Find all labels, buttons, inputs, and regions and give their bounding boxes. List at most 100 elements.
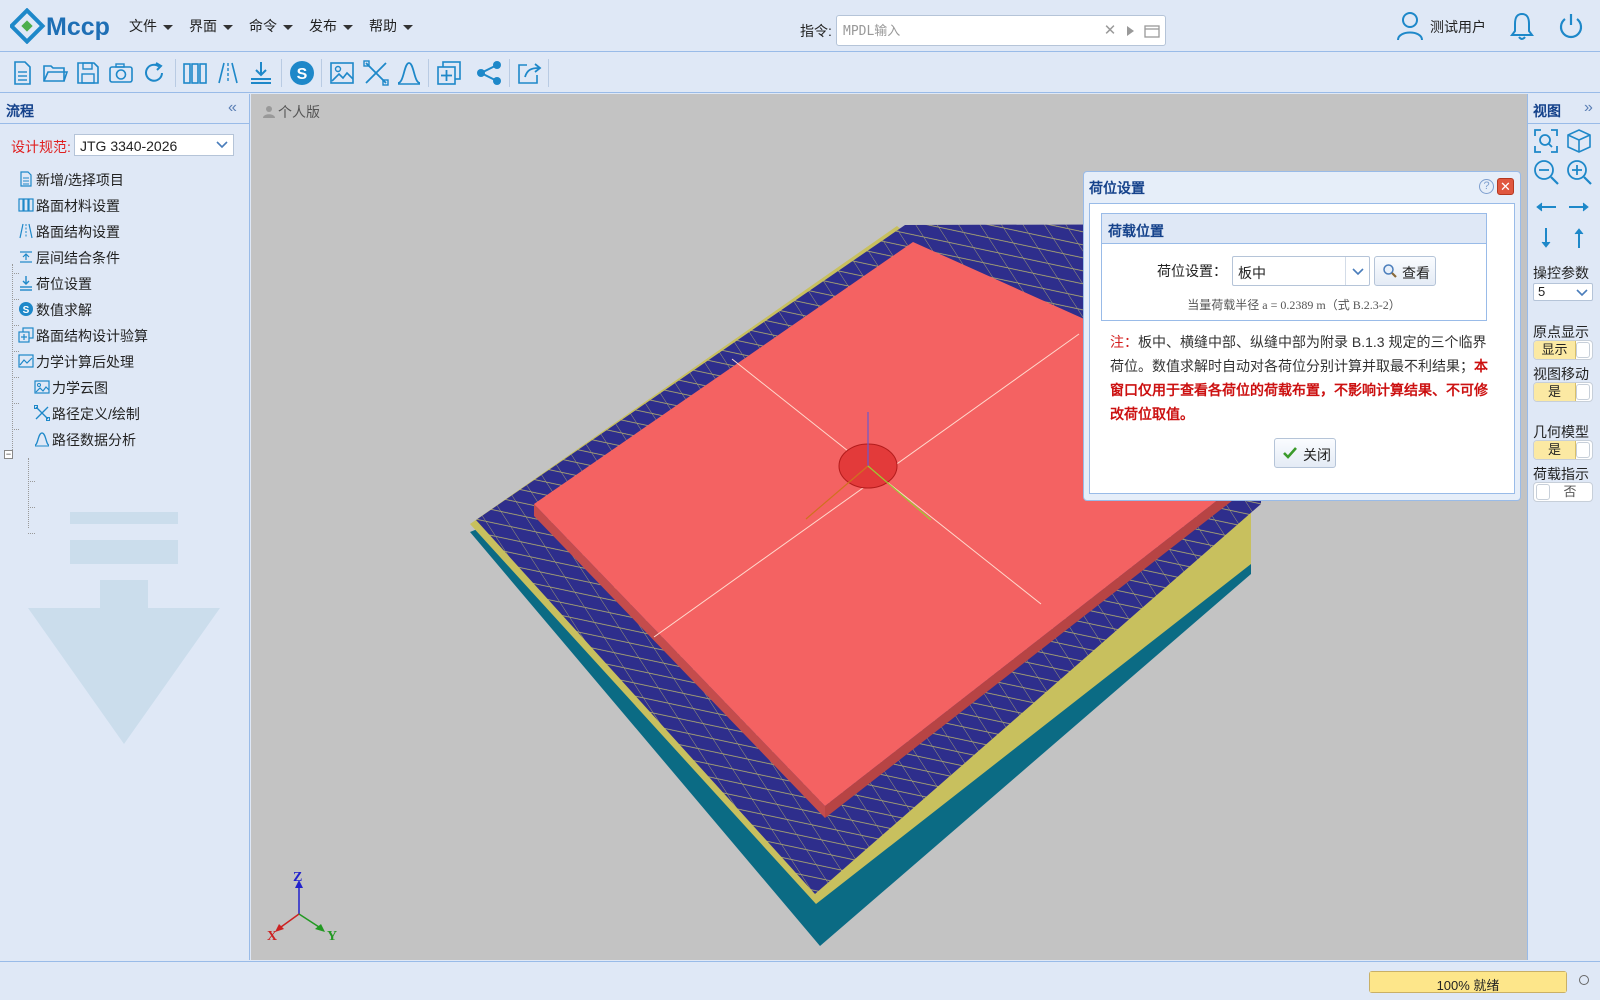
camera-icon[interactable] bbox=[107, 59, 135, 87]
curve-icon[interactable] bbox=[395, 59, 423, 87]
path-icon bbox=[34, 405, 50, 421]
check-icon[interactable] bbox=[435, 59, 463, 87]
load-indicator-toggle[interactable]: 否 bbox=[1533, 482, 1593, 502]
save-icon[interactable] bbox=[74, 59, 102, 87]
menu-command[interactable]: 命令 bbox=[249, 16, 293, 36]
bell-icon[interactable] bbox=[1508, 10, 1536, 42]
close-button[interactable]: 关闭 bbox=[1274, 438, 1336, 468]
curve-icon bbox=[34, 432, 50, 447]
fieldset-title: 荷载位置 bbox=[1108, 223, 1164, 239]
menu-publish[interactable]: 发布 bbox=[309, 16, 353, 36]
axis-y-label: Y bbox=[327, 929, 337, 942]
cube-view-icon[interactable] bbox=[1565, 127, 1593, 155]
open-folder-icon[interactable] bbox=[41, 59, 69, 87]
window-icon[interactable] bbox=[1143, 22, 1161, 40]
new-file-icon[interactable] bbox=[8, 59, 36, 87]
refresh-icon[interactable] bbox=[140, 59, 168, 87]
load-icon[interactable] bbox=[247, 59, 275, 87]
command-label: 指令: bbox=[800, 23, 832, 39]
spec-value: JTG 3340-2026 bbox=[80, 138, 178, 154]
load-position-fieldset: 荷载位置 荷位设置： 板中 查看 当量荷载半径 a = 0.2389 m（式 B… bbox=[1101, 213, 1487, 321]
toggle-value: 是 bbox=[1534, 441, 1576, 459]
tree-item-label: 路面材料设置 bbox=[36, 198, 120, 214]
structure-icon bbox=[19, 223, 33, 239]
help-icon[interactable]: ? bbox=[1479, 179, 1494, 194]
pan-left-icon[interactable] bbox=[1532, 193, 1560, 221]
tree-line bbox=[12, 377, 19, 378]
menu-label: 命令 bbox=[249, 18, 277, 34]
view-button[interactable]: 查看 bbox=[1374, 256, 1436, 286]
solve-icon[interactable]: S bbox=[288, 59, 316, 87]
tree-item-label: 力学云图 bbox=[52, 380, 108, 396]
magnifier-icon bbox=[1383, 264, 1397, 278]
tree-line bbox=[12, 351, 19, 352]
fieldset-header: 荷载位置 bbox=[1102, 214, 1486, 244]
zoom-out-icon[interactable] bbox=[1532, 158, 1560, 186]
pan-right-icon[interactable] bbox=[1565, 193, 1593, 221]
toggle-value: 是 bbox=[1534, 383, 1576, 401]
tree-line bbox=[12, 403, 19, 404]
zoom-in-icon[interactable] bbox=[1565, 158, 1593, 186]
note-prefix: 注： bbox=[1110, 334, 1138, 350]
tree-item-label: 路面结构设计验算 bbox=[36, 328, 148, 344]
pan-down-icon[interactable] bbox=[1532, 224, 1560, 252]
panel-header: 流程 « bbox=[0, 94, 249, 124]
chevron-down-icon bbox=[163, 24, 173, 30]
zoom-fit-icon[interactable] bbox=[1532, 127, 1560, 155]
user-menu[interactable]: 测试用户 bbox=[1396, 10, 1486, 42]
structure-icon[interactable] bbox=[214, 59, 242, 87]
tree-collapse-toggle[interactable]: − bbox=[4, 450, 13, 459]
tree-line bbox=[28, 481, 35, 482]
path-icon[interactable] bbox=[362, 59, 390, 87]
geometry-model-toggle[interactable]: 是 bbox=[1533, 440, 1593, 460]
command-input[interactable] bbox=[843, 21, 1093, 41]
dialog-title: 荷位设置 bbox=[1089, 180, 1145, 196]
load-indicator-label: 荷载指示 bbox=[1533, 466, 1589, 482]
toolbar-separator bbox=[281, 59, 282, 87]
chevron-down-icon bbox=[343, 24, 353, 30]
image-icon bbox=[34, 380, 50, 394]
svg-text:S: S bbox=[297, 66, 308, 83]
edition-label: 个人版 bbox=[278, 104, 320, 120]
menu-label: 发布 bbox=[309, 18, 337, 34]
person-icon bbox=[263, 106, 275, 118]
edition-badge: 个人版 bbox=[263, 102, 320, 122]
menu-file[interactable]: 文件 bbox=[129, 16, 173, 36]
logo-icon: Mccp bbox=[8, 7, 110, 45]
run-icon[interactable] bbox=[1121, 22, 1139, 40]
position-select[interactable]: 板中 bbox=[1232, 256, 1370, 286]
status-indicator-icon bbox=[1579, 975, 1589, 985]
collapse-right-icon[interactable]: » bbox=[1584, 100, 1600, 116]
menu-help[interactable]: 帮助 bbox=[369, 16, 413, 36]
pan-up-icon[interactable] bbox=[1565, 224, 1593, 252]
menu-view[interactable]: 界面 bbox=[189, 16, 233, 36]
power-icon[interactable] bbox=[1556, 11, 1586, 41]
layer-bond-icon bbox=[20, 251, 32, 263]
share-icon[interactable] bbox=[475, 59, 503, 87]
checkmark-icon bbox=[1283, 447, 1297, 459]
app-logo: Mccp bbox=[8, 7, 114, 45]
toolbar-separator bbox=[428, 59, 429, 87]
export-icon[interactable] bbox=[515, 59, 543, 87]
clear-icon[interactable]: ✕ bbox=[1101, 22, 1119, 40]
chevron-down-icon bbox=[403, 24, 413, 30]
collapse-left-icon[interactable]: « bbox=[228, 100, 244, 116]
tree-item-label: 数值求解 bbox=[36, 302, 92, 318]
origin-display-toggle[interactable]: 显示 bbox=[1533, 340, 1593, 360]
toolbar-separator bbox=[548, 59, 549, 87]
load-position-icon bbox=[20, 276, 32, 291]
close-icon[interactable]: ✕ bbox=[1497, 178, 1514, 195]
toolbar-separator bbox=[175, 59, 176, 87]
user-name: 测试用户 bbox=[1430, 19, 1486, 35]
control-param-select[interactable]: 5 bbox=[1533, 283, 1593, 301]
tree-item-label: 力学计算后处理 bbox=[36, 354, 134, 370]
view-move-toggle[interactable]: 是 bbox=[1533, 382, 1593, 402]
toolbar-separator bbox=[321, 59, 322, 87]
material-icon[interactable] bbox=[181, 59, 209, 87]
position-label: 荷位设置： bbox=[1157, 263, 1227, 279]
toggle-value: 显示 bbox=[1534, 341, 1576, 359]
spec-select[interactable]: JTG 3340-2026 bbox=[74, 134, 234, 156]
image-icon[interactable] bbox=[328, 59, 356, 87]
axis-x-label: X bbox=[267, 929, 277, 942]
material-icon bbox=[18, 198, 34, 212]
